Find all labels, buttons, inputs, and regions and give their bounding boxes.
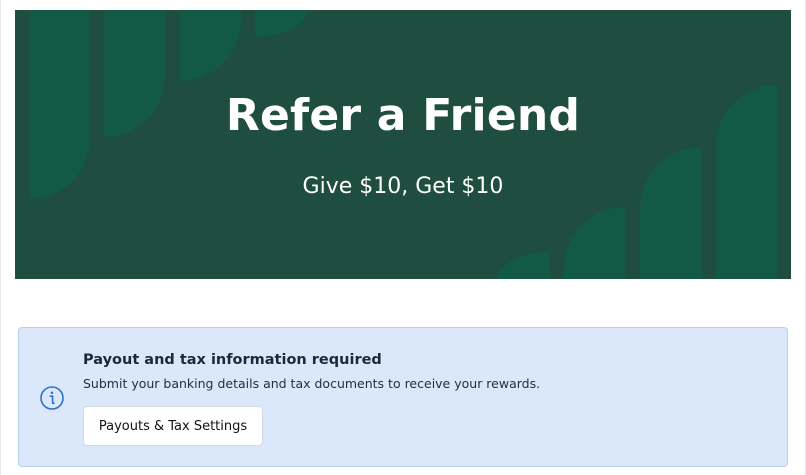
decorative-shape: [640, 147, 701, 279]
info-icon: [39, 385, 65, 411]
payout-tax-notice: Payout and tax information required Subm…: [18, 327, 788, 467]
notice-title: Payout and tax information required: [83, 352, 382, 368]
hero-title: Refer a Friend: [225, 90, 581, 141]
decorative-shapes: [29, 10, 777, 279]
decorative-shape: [255, 10, 307, 37]
payouts-tax-settings-button[interactable]: Payouts & Tax Settings: [83, 406, 263, 446]
referral-page: Refer a Friend Give $10, Get $10 Payout …: [0, 0, 806, 475]
decorative-shape: [564, 207, 625, 279]
referral-hero-banner: Refer a Friend Give $10, Get $10: [15, 10, 791, 279]
hero-subtitle: Give $10, Get $10: [302, 174, 504, 199]
decorative-shape: [180, 10, 241, 81]
notice-description: Submit your banking details and tax docu…: [83, 376, 541, 391]
decorative-shape: [497, 251, 549, 279]
